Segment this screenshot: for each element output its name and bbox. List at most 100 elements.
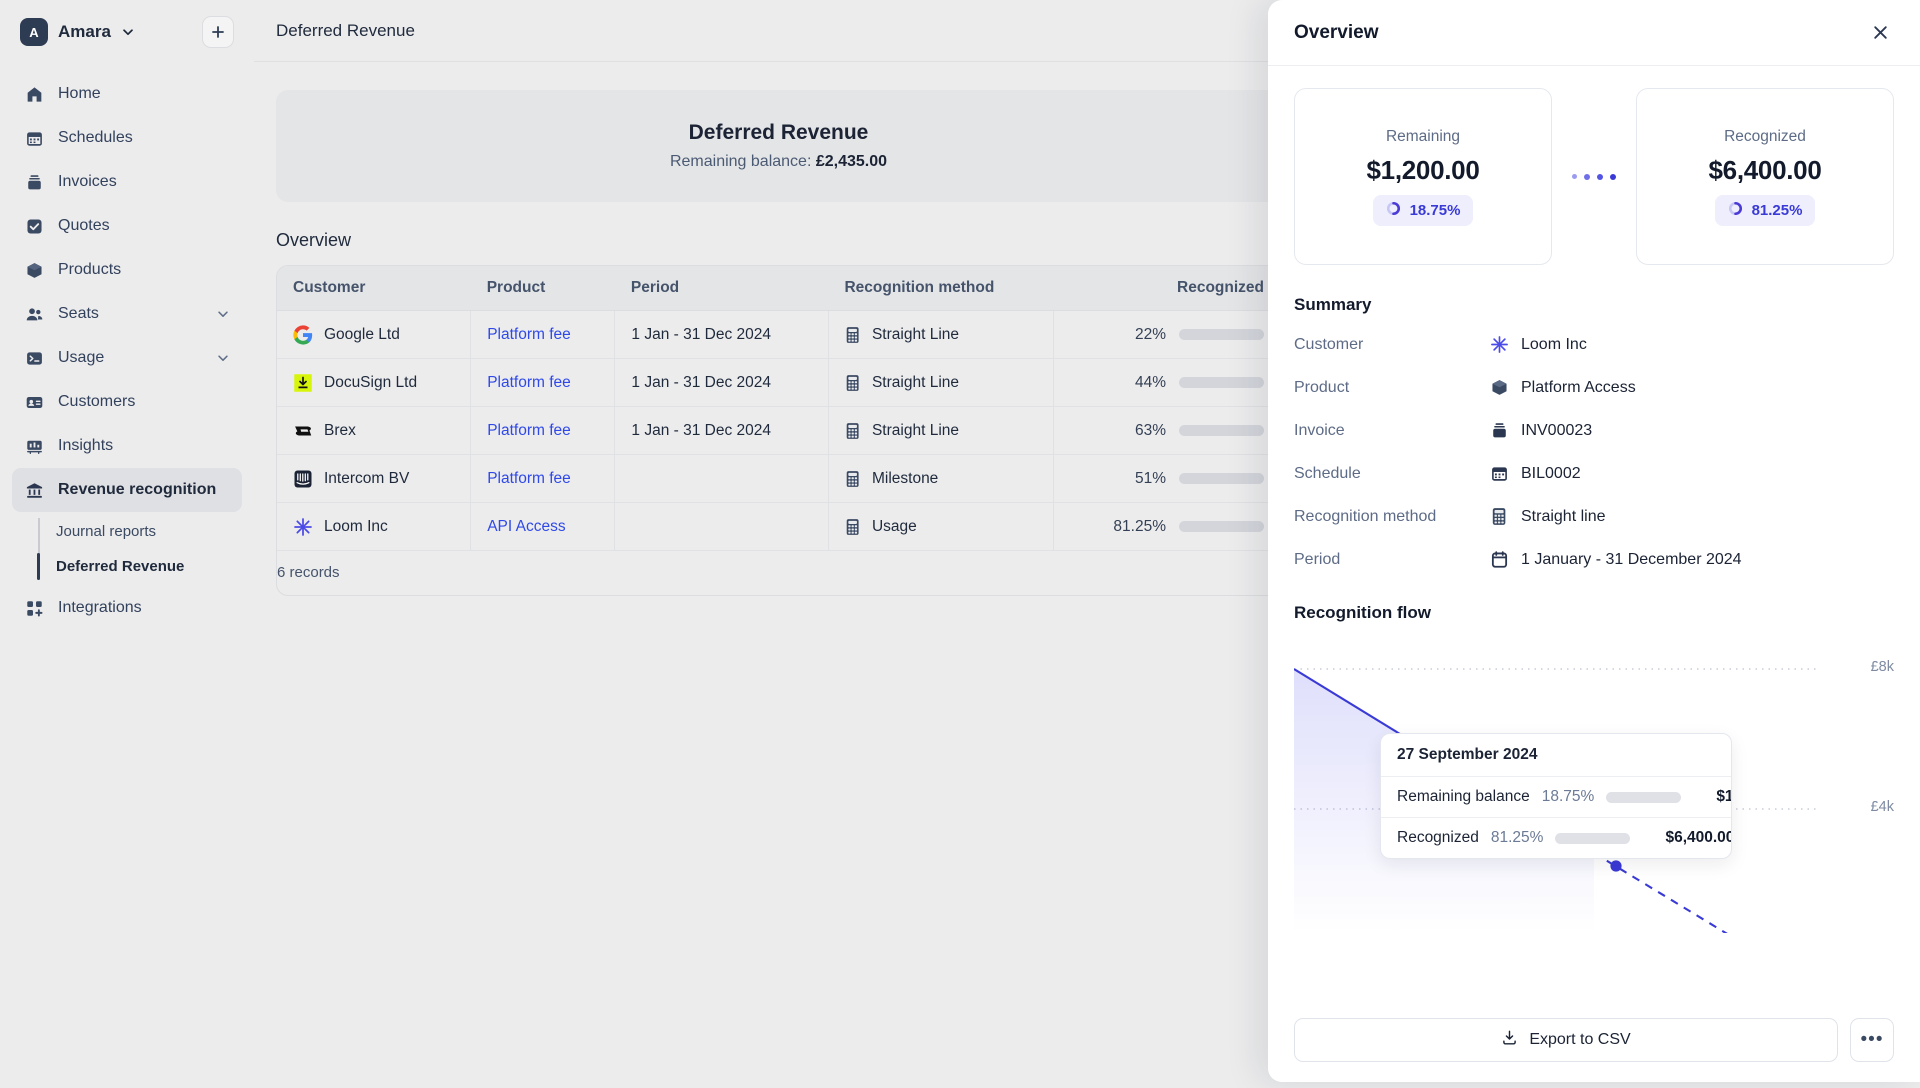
column-header-recognized[interactable]: Recognized xyxy=(1053,266,1280,311)
cell-period: 1 Jan - 31 Dec 2024 xyxy=(614,406,829,455)
table-row[interactable]: Brex Platform fee 1 Jan - 31 Dec 2024 Strai… xyxy=(277,406,1280,455)
cell-recognized: 22% xyxy=(1053,310,1280,359)
table-row[interactable]: Google Ltd Platform fee 1 Jan - 31 Dec 202… xyxy=(277,310,1280,359)
download-icon xyxy=(1501,1029,1518,1051)
product-link[interactable]: Platform fee xyxy=(487,326,571,343)
calculator-icon xyxy=(1490,507,1509,526)
sidebar-item-seats[interactable]: Seats xyxy=(12,292,242,336)
chevron-down-icon xyxy=(121,25,135,39)
more-horizontal-icon: ••• xyxy=(1860,1029,1884,1050)
google-logo-icon xyxy=(293,324,313,345)
summary-row: Schedule BIL0002 xyxy=(1294,452,1894,495)
sidebar-item-home[interactable]: Home xyxy=(12,72,242,116)
progress-bar xyxy=(1179,377,1264,388)
org-switcher[interactable]: A Amara xyxy=(12,0,242,64)
stat-value: $6,400.00 xyxy=(1708,154,1822,185)
intercom-logo-icon xyxy=(293,469,313,489)
summary-row: Period 1 January - 31 December 2024 xyxy=(1294,538,1894,581)
product-link[interactable]: Platform fee xyxy=(487,374,571,391)
status-badge: 18.75% xyxy=(1372,194,1474,226)
summary-value: INV00023 xyxy=(1490,421,1592,440)
cell-customer: Loom Inc xyxy=(277,502,472,551)
sidebar-nav: Home Schedules Invoices Quotes Products xyxy=(12,72,242,630)
tooltip-row-percent: 81.25% xyxy=(1490,829,1544,846)
tooltip-row-name: Recognized xyxy=(1397,829,1479,846)
cell-recognition-method: Straight Line xyxy=(828,406,1054,455)
customer-name: Google Ltd xyxy=(324,325,400,343)
add-button[interactable] xyxy=(202,16,234,48)
customer-name: Intercom BV xyxy=(324,469,410,487)
page-title: Deferred Revenue xyxy=(276,20,415,40)
cell-customer: Intercom BV xyxy=(277,454,472,503)
stats-row: Remaining $1,200.00 18.75% Recognized $6… xyxy=(1294,88,1894,265)
product-link[interactable]: Platform fee xyxy=(487,470,571,487)
sidebar-item-label: Seats xyxy=(58,305,99,322)
sidebar-item-invoices[interactable]: Invoices xyxy=(12,160,242,204)
method-label: Straight Line xyxy=(871,325,959,343)
progress-bar xyxy=(1179,329,1264,340)
deferred-revenue-table: Customer Product Period Recognition meth… xyxy=(276,265,1281,596)
summary-list: Customer Loom Inc Product Platform Access In… xyxy=(1294,323,1894,581)
sidebar-item-usage[interactable]: Usage xyxy=(12,336,242,380)
cell-product: API Access xyxy=(470,502,616,551)
column-header-recognition-method[interactable]: Recognition method xyxy=(828,266,1054,311)
sidebar-item-customers[interactable]: Customers xyxy=(12,380,242,424)
terminal-icon xyxy=(24,348,44,368)
table-header-row: Customer Product Period Recognition meth… xyxy=(277,266,1280,311)
summary-row: Recognition method Straight line xyxy=(1294,495,1894,538)
customer-name: Loom Inc xyxy=(324,517,388,535)
more-options-button[interactable]: ••• xyxy=(1850,1018,1894,1062)
column-header-customer[interactable]: Customer xyxy=(277,266,471,311)
product-link[interactable]: API Access xyxy=(487,518,565,535)
cell-recognition-method: Straight Line xyxy=(828,310,1054,359)
table-row[interactable]: Loom Inc API Access Usage 81.25% xyxy=(277,502,1280,551)
summary-value: Straight line xyxy=(1490,507,1606,526)
calendar-icon xyxy=(1490,464,1509,483)
progress-bar xyxy=(1606,791,1682,803)
customer-name: Brex xyxy=(324,421,356,439)
panel-footer: Export to CSV ••• xyxy=(1268,1004,1920,1082)
sidebar-subitem-deferred-revenue[interactable]: Deferred Revenue xyxy=(37,549,242,584)
cell-product: Platform fee xyxy=(470,310,616,359)
tooltip-date: 27 September 2024 xyxy=(1381,734,1731,777)
close-icon[interactable] xyxy=(1866,19,1894,47)
users-icon xyxy=(24,304,44,324)
table-row[interactable]: Intercom BV Platform fee Milestone 51% xyxy=(277,454,1280,503)
cell-customer: DocuSign Ltd xyxy=(277,358,472,407)
progress-bar xyxy=(1555,832,1631,844)
box-icon xyxy=(24,260,44,280)
calendar-icon xyxy=(24,128,44,148)
sidebar-item-insights[interactable]: Insights xyxy=(12,424,242,468)
cell-recognition-method: Straight Line xyxy=(828,358,1054,407)
sidebar-item-products[interactable]: Products xyxy=(12,248,242,292)
sidebar-item-revenue-recognition[interactable]: Revenue recognition xyxy=(12,468,242,512)
product-link[interactable]: Platform fee xyxy=(487,422,571,439)
summary-title: Summary xyxy=(1294,295,1372,314)
insights-icon xyxy=(24,436,44,456)
column-header-product[interactable]: Product xyxy=(470,266,615,311)
donut-progress-icon xyxy=(1386,201,1401,220)
tooltip-row-amount: $6,400.00 xyxy=(1665,829,1732,846)
chevron-down-icon[interactable] xyxy=(216,351,230,365)
deferred-revenue-hero-card: Deferred Revenue Remaining balance: £2,4… xyxy=(276,90,1281,202)
progress-bar xyxy=(1179,521,1264,532)
panel-body: Remaining $1,200.00 18.75% Recognized $6… xyxy=(1268,66,1920,1004)
sidebar-subitem-journal-reports[interactable]: Journal reports xyxy=(38,514,242,549)
box-icon xyxy=(1490,378,1509,397)
integrations-icon xyxy=(24,598,44,618)
export-to-csv-button[interactable]: Export to CSV xyxy=(1294,1018,1838,1062)
sidebar-item-label: Invoices xyxy=(58,173,117,190)
hero-subtitle: Remaining balance: £2,435.00 xyxy=(670,153,887,171)
stat-percent: 81.25% xyxy=(1751,201,1803,219)
panel-title: Overview xyxy=(1294,21,1379,43)
tooltip-row-percent: 18.75% xyxy=(1541,788,1595,805)
column-header-period[interactable]: Period xyxy=(614,266,829,311)
table-row[interactable]: DocuSign Ltd Platform fee 1 Jan - 31 Dec 2… xyxy=(277,358,1280,407)
panel-header: Overview xyxy=(1268,0,1920,66)
chevron-down-icon[interactable] xyxy=(216,307,230,321)
sidebar-item-integrations[interactable]: Integrations xyxy=(12,586,242,630)
sidebar-item-schedules[interactable]: Schedules xyxy=(12,116,242,160)
stat-card-remaining: Remaining $1,200.00 18.75% xyxy=(1294,88,1552,265)
sidebar-item-quotes[interactable]: Quotes xyxy=(12,204,242,248)
dot-icon xyxy=(1597,173,1603,180)
